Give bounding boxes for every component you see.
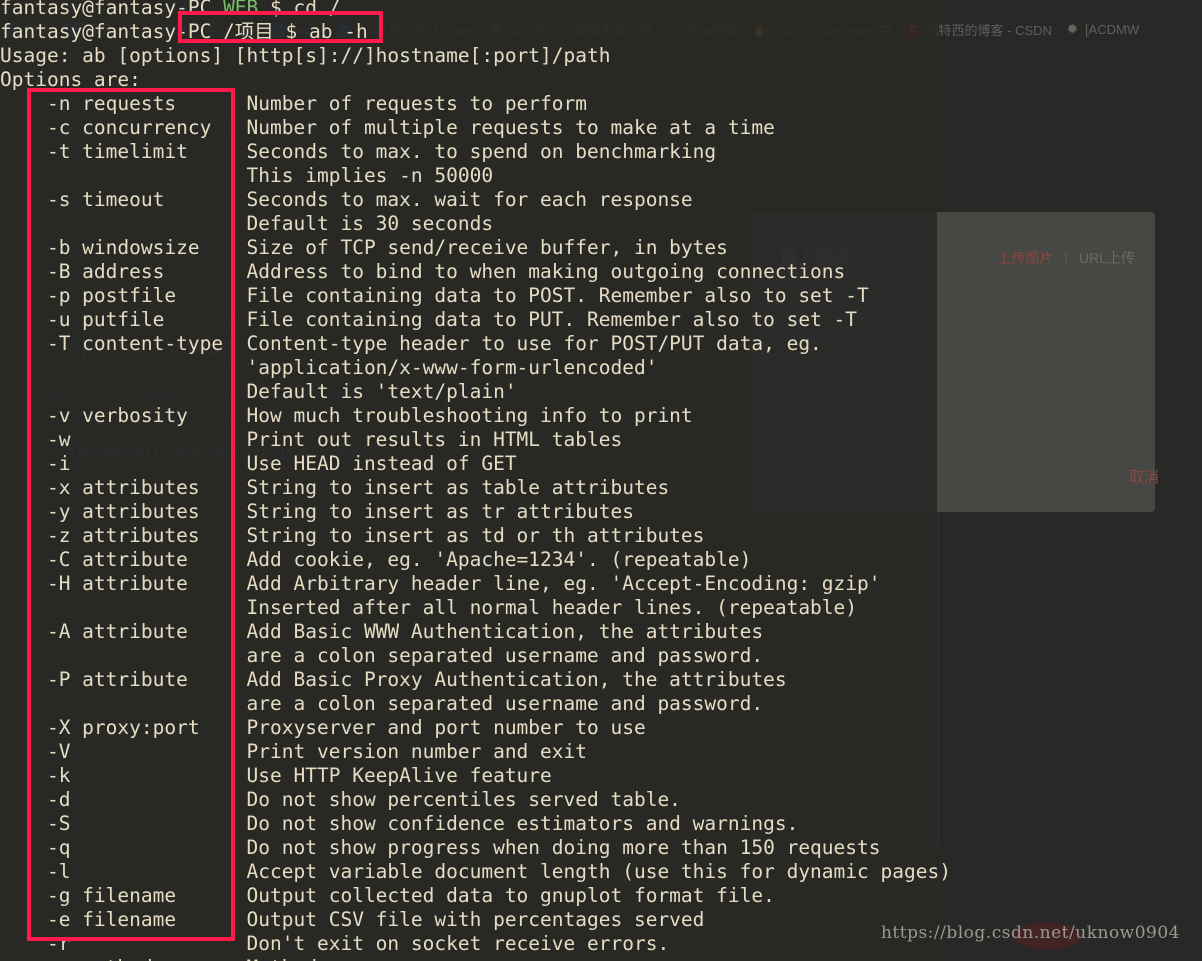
terminal-line: -u putfile File containing data to PUT. … [0,308,858,331]
terminal-line: -s timeout Seconds to max. wait for each… [0,188,693,211]
terminal-line-overflow: -k Use HTTP KeepAlive feature [937,764,1202,788]
terminal-line: -g filename Output collected data to gnu… [0,884,775,907]
terminal-line-overflow: -A attribute Add Basic WWW Authenticatio… [937,620,1202,644]
terminal-line: Options are: [0,68,141,91]
tab-upload-image[interactable]: 上传图片 [997,248,1053,268]
terminal-line: 'application/x-www-form-urlencoded' [0,356,658,379]
terminal-line: -l Accept variable document length (use … [0,860,937,883]
terminal-line: Usage: ab [options] [http[s]://]hostname… [0,44,611,67]
terminal-line-overflow: -q Do not show progress when doing more … [937,836,1202,860]
terminal-line: Default is 'text/plain' [0,380,517,403]
terminal-line-overflow: -m method Method name [937,956,1202,957]
terminal-window[interactable]: fantasy@fantasy-PC WEB $ cd / fantasy@fan… [0,0,937,961]
terminal-line: -B address Address to bind to when makin… [0,260,846,283]
tab-separator: | [1064,250,1068,266]
terminal-line-overflow: -g filename Output collected data to gnu… [937,884,1202,908]
terminal-line: -e filename Output CSV file with percent… [0,908,705,931]
terminal-line-overflow: -c concurrency Number of multiple reques… [937,116,1202,140]
terminal-line-overflow: -H attribute Add Arbitrary header line, … [937,572,1202,596]
terminal-line-overflow: -S Do not show confidence estimators and… [937,812,1202,836]
terminal-line: -H attribute Add Arbitrary header line, … [0,572,881,595]
terminal-line: fantasy@fantasy-PC WEB $ cd / [0,0,341,19]
terminal-line-overflow: Usage: ab [options] [http[s]://]hostname… [937,44,1202,68]
terminal-line: -V Print version number and exit [0,740,587,763]
terminal-line-overflow: -t timelimit Seconds to max. to spend on… [937,140,1202,164]
terminal-line: -b windowsize Size of TCP send/receive b… [0,236,728,259]
terminal-line-overflow: Options are: [937,68,1202,92]
terminal-line-overflow: fantasy@fantasy-PC WEB $ cd / [937,0,1202,20]
terminal-line: -w Print out results in HTML tables [0,428,623,451]
tab-url-upload[interactable]: URL上传 [1079,248,1135,268]
dialog-tabs: 上传图片 | URL上传 [997,248,1135,268]
terminal-line: -S Do not show confidence estimators and… [0,812,799,835]
terminal-line: -k Use HTTP KeepAlive feature [0,764,552,787]
terminal-line: -t timelimit Seconds to max. to spend on… [0,140,717,163]
blog-url-watermark: https://blog.csdn.net/uknow0904 [880,923,1180,943]
terminal-line: -c concurrency Number of multiple reques… [0,116,775,139]
terminal-line: -v verbosity How much troubleshooting in… [0,404,693,427]
terminal-line: -m method Method name [0,956,937,961]
terminal-line: -X proxy:port Proxyserver and port numbe… [0,716,646,739]
terminal-line-overflow: -P attribute Add Basic Proxy Authenticat… [937,668,1202,692]
terminal-line: are a colon separated username and passw… [0,692,764,715]
terminal-line: Inserted after all normal header lines. … [0,596,858,619]
terminal-line: -A attribute Add Basic WWW Authenticatio… [0,620,764,643]
terminal-line: -T content-type Content-type header to u… [0,332,822,355]
terminal-line-overflow: -n requests Number of requests to perfor… [937,92,1202,116]
terminal-line-overflow: -d Do not show percentiles served table. [937,788,1202,812]
terminal-line-overflow: -z attributes String to insert as td or … [937,524,1202,548]
terminal-line: Default is 30 seconds [0,212,494,235]
terminal-line-overflow: -s timeout Seconds to max. wait for each… [937,188,1202,212]
terminal-output: fantasy@fantasy-PC WEB $ cd / fantasy@fan… [0,0,937,961]
terminal-line-overflow: -l Accept variable document length (use … [937,860,951,883]
terminal-line-overflow: are a colon separated username and passw… [937,644,1202,668]
cancel-button[interactable]: 取消 [1129,466,1159,487]
terminal-line: -P attribute Add Basic Proxy Authenticat… [0,668,787,691]
terminal-line-overflow: fantasy@fantasy-PC /项目 $ ab -h [937,20,1202,44]
terminal-line: -x attributes String to insert as table … [0,476,670,499]
terminal-line: fantasy@fantasy-PC /项目 $ ab -h [0,20,368,43]
terminal-line: -z attributes String to insert as td or … [0,524,705,547]
terminal-line: -i Use HEAD instead of GET [0,452,517,475]
terminal-line: -C attribute Add cookie, eg. 'Apache=123… [0,548,752,571]
terminal-line: -r Don't exit on socket receive errors. [0,932,670,955]
terminal-line: -d Do not show percentiles served table. [0,788,681,811]
terminal-line: -p postfile File containing data to POST… [0,284,869,307]
terminal-line-overflow: This implies -n 50000 [937,164,1202,188]
terminal-line: -n requests Number of requests to perfor… [0,92,587,115]
terminal-line: -q Do not show progress when doing more … [0,836,881,859]
terminal-line: -y attributes String to insert as tr att… [0,500,634,523]
terminal-line-overflow: Inserted after all normal header lines. … [937,596,1202,620]
terminal-line-overflow: -V Print version number and exit [937,740,1202,764]
terminal-line-overflow: are a colon separated username and passw… [937,692,1202,716]
terminal-line: This implies -n 50000 [0,164,494,187]
terminal-line-overflow: -C attribute Add cookie, eg. 'Apache=123… [937,548,1202,572]
terminal-line: are a colon separated username and passw… [0,644,764,667]
terminal-line-overflow: -X proxy:port Proxyserver and port numbe… [937,716,1202,740]
